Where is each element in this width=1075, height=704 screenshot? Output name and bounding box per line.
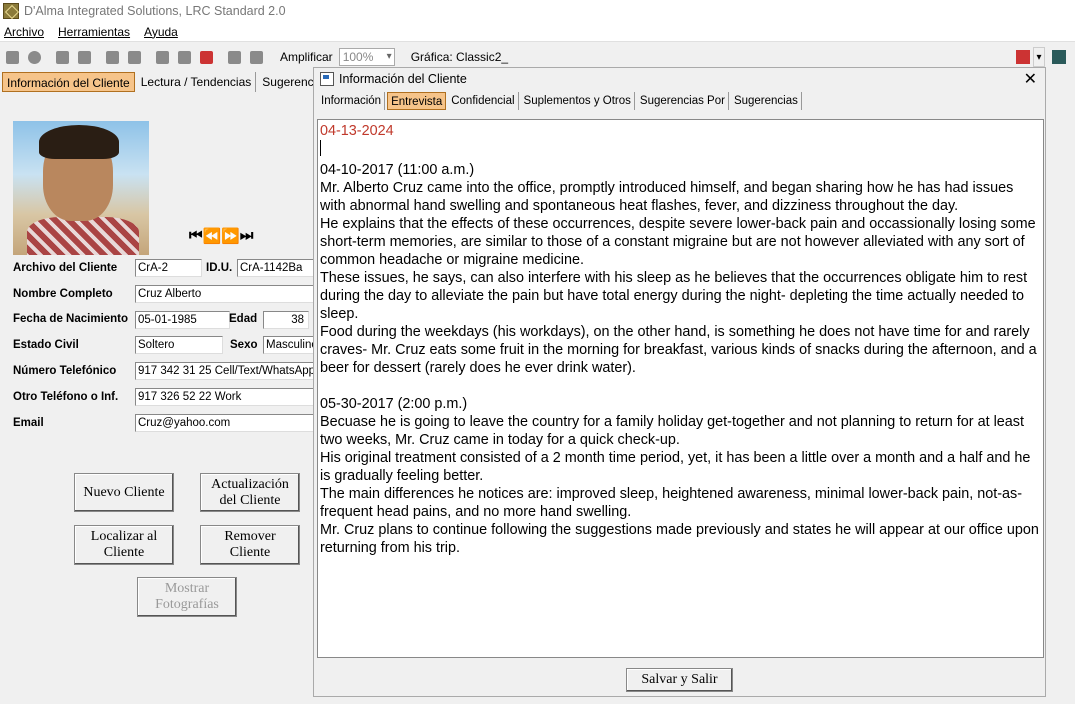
remover-label-line2: Cliente <box>229 545 271 560</box>
left-tabs: Información del Cliente Lectura / Tenden… <box>2 72 336 94</box>
idu-field[interactable]: CrA-1142Ba <box>237 259 315 277</box>
first-record-icon[interactable]: ⏮ <box>189 227 202 245</box>
redo-icon[interactable] <box>74 47 94 67</box>
copy-icon[interactable] <box>174 47 194 67</box>
nombre-field[interactable]: Cruz Alberto <box>135 285 315 303</box>
interview-textarea[interactable]: 04-13-2024 04-10-2017 (11:00 a.m.) Mr. A… <box>317 119 1044 658</box>
scanner-icon[interactable] <box>2 47 22 67</box>
entry2-paragraph4: Mr. Cruz plans to continue following the… <box>320 522 1039 556</box>
entry1-paragraph2: He explains that the effects of these oc… <box>320 216 1036 268</box>
entry2-paragraph3: The main differences he notices are: imp… <box>320 486 1023 520</box>
email-label: Email <box>13 417 44 429</box>
estado-field[interactable]: Soltero <box>135 336 223 354</box>
archivo-field[interactable]: CrA-2 <box>135 259 202 277</box>
oval-icon[interactable] <box>24 47 44 67</box>
tab-suplementos[interactable]: Suplementos y Otros <box>521 92 635 110</box>
hand-icon[interactable] <box>102 47 122 67</box>
entry1-date: 04-10-2017 (11:00 a.m.) <box>320 162 475 178</box>
otro-telefono-label: Otro Teléfono o Inf. <box>13 391 119 403</box>
zoom-select[interactable]: 100% <box>338 48 395 66</box>
save-and-exit-label: Salvar y Salir <box>641 672 718 687</box>
dialog-title: Información del Cliente <box>339 72 467 86</box>
localizar-label-line2: Cliente <box>103 545 145 560</box>
localizar-label-line1: Localizar al <box>90 529 158 544</box>
mostrar-label-line2: Fotografías <box>155 597 219 612</box>
estado-label: Estado Civil <box>13 339 79 351</box>
window-icon <box>320 72 334 86</box>
edad-label: Edad <box>229 313 258 325</box>
text-caret <box>320 140 1041 161</box>
archivo-label: Archivo del Cliente <box>13 262 118 274</box>
chart-dropdown-icon[interactable]: ▾ <box>1033 47 1045 67</box>
actualizacion-label-line2: del Cliente <box>219 492 281 508</box>
tab-entrevista[interactable]: Entrevista <box>387 92 447 110</box>
tab-informacion[interactable]: Información <box>318 92 386 110</box>
entry2-paragraph2: His original treatment consisted of a 2 … <box>320 450 1031 484</box>
entry1-paragraph4: Food during the weekdays (his workdays),… <box>320 324 1037 376</box>
chart-icon[interactable] <box>1013 47 1033 67</box>
dialog-title-bar: Información del Cliente ✕ <box>314 68 1045 90</box>
cut-icon[interactable] <box>152 47 172 67</box>
paste-icon[interactable] <box>196 47 216 67</box>
sexo-label: Sexo <box>230 339 258 351</box>
stop-icon[interactable] <box>224 47 244 67</box>
actualizacion-cliente-button[interactable]: Actualización del Cliente <box>200 473 300 512</box>
undo-icon[interactable] <box>52 47 72 67</box>
tab-sugerencias-dialog[interactable]: Sugerencias <box>731 92 802 110</box>
toolbar-right: ▾ <box>1009 47 1069 67</box>
book-icon[interactable] <box>1049 47 1069 67</box>
grid-icon[interactable] <box>124 47 144 67</box>
telefono-field[interactable]: 917 342 31 25 Cell/Text/WhatsApp <box>135 362 315 380</box>
entry2-paragraph1: Becuase he is going to leave the country… <box>320 414 1024 448</box>
remover-cliente-button[interactable]: Remover Cliente <box>200 525 300 565</box>
app-title: D'Alma Integrated Solutions, LRC Standar… <box>24 4 286 18</box>
fecha-field[interactable]: 05-01-1985 <box>135 311 230 329</box>
otro-telefono-field[interactable]: 917 326 52 22 Work <box>135 388 315 406</box>
entry2-date: 05-30-2017 (2:00 p.m.) <box>320 396 468 412</box>
entry1-paragraph1: Mr. Alberto Cruz came into the office, p… <box>320 180 1014 214</box>
nombre-label: Nombre Completo <box>13 288 113 300</box>
idu-label: ID.U. <box>206 262 233 274</box>
dialog-tabs: Información Entrevista Confidencial Supl… <box>318 92 804 112</box>
close-icon[interactable]: ✕ <box>1024 69 1037 89</box>
open-folder-icon[interactable] <box>246 47 266 67</box>
amplificar-label: Amplificar <box>280 50 333 64</box>
current-date: 04-13-2024 <box>320 123 394 139</box>
actualizacion-label-line1: Actualización <box>211 476 289 492</box>
save-and-exit-button[interactable]: Salvar y Salir <box>626 668 733 692</box>
telefono-label: Número Telefónico <box>13 365 117 377</box>
mostrar-fotografias-button[interactable]: Mostrar Fotografías <box>137 577 237 617</box>
app-logo-icon <box>3 3 19 19</box>
client-info-dialog: Información del Cliente ✕ Información En… <box>313 67 1046 697</box>
menu-herramientas[interactable]: Herramientas <box>58 25 130 39</box>
localizar-cliente-button[interactable]: Localizar al Cliente <box>74 525 174 565</box>
tab-informacion-cliente[interactable]: Información del Cliente <box>2 72 135 92</box>
remover-label-line1: Remover <box>224 529 276 544</box>
previous-record-icon[interactable]: ⏪ <box>203 227 222 245</box>
menu-ayuda[interactable]: Ayuda <box>144 25 178 39</box>
menu-bar: Archivo Herramientas Ayuda <box>0 22 1075 42</box>
fecha-label: Fecha de Nacimiento <box>13 313 129 325</box>
edad-field[interactable]: 38 <box>263 311 309 329</box>
sexo-field[interactable]: Masculino <box>263 336 315 354</box>
tab-lectura-tendencias[interactable]: Lectura / Tendencias <box>137 72 257 92</box>
last-record-icon[interactable]: ⏭ <box>240 227 253 245</box>
client-photo <box>13 121 149 255</box>
nuevo-cliente-button[interactable]: Nuevo Cliente <box>74 473 174 512</box>
grafica-label: Gráfica: Classic2_ <box>410 50 509 64</box>
mostrar-label-line1: Mostrar <box>164 581 210 596</box>
tab-sugerencias-por[interactable]: Sugerencias Por <box>637 92 729 110</box>
nuevo-cliente-label: Nuevo Cliente <box>83 484 165 500</box>
record-navigation: ⏮ ⏪ ⏩ ⏭ <box>189 227 253 245</box>
menu-archivo[interactable]: Archivo <box>4 25 44 39</box>
entry1-paragraph3: These issues, he says, can also interfer… <box>320 270 1028 322</box>
title-bar: D'Alma Integrated Solutions, LRC Standar… <box>0 0 1075 22</box>
next-record-icon[interactable]: ⏩ <box>221 227 240 245</box>
tab-confidencial[interactable]: Confidencial <box>448 92 519 110</box>
email-field[interactable]: Cruz@yahoo.com <box>135 414 315 432</box>
